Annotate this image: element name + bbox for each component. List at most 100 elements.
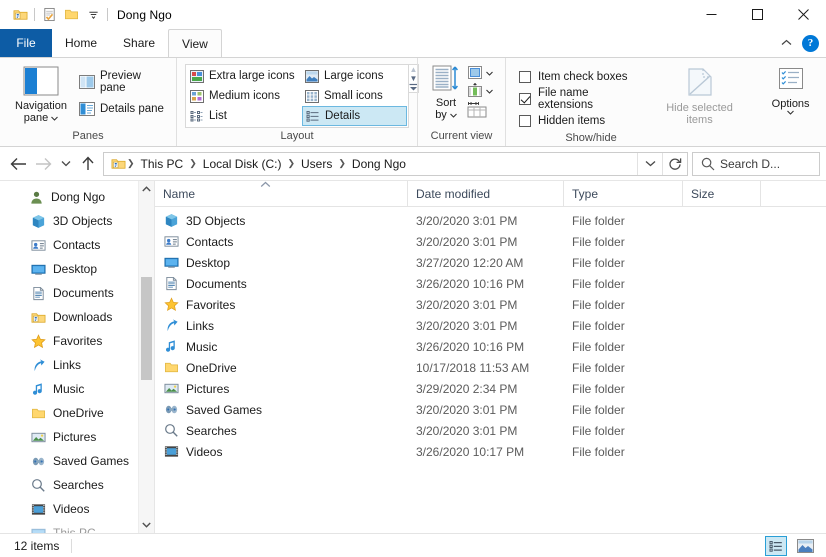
table-row[interactable]: Favorites 3/20/2020 3:01 PM File folder — [155, 294, 826, 315]
column-header-name[interactable]: Name — [155, 181, 408, 207]
file-name-extensions-checkbox[interactable]: File name extensions — [516, 87, 640, 111]
sidebar-item-contacts[interactable]: Contacts — [0, 233, 154, 257]
sort-by-dropdown-icon[interactable] — [449, 113, 457, 118]
scroll-up-icon[interactable] — [139, 181, 154, 197]
breadcrumb-separator-2[interactable]: ❯ — [286, 158, 296, 169]
table-row[interactable]: Videos 3/26/2020 10:17 PM File folder — [155, 441, 826, 462]
maximize-button[interactable] — [734, 0, 780, 29]
add-columns-dropdown-icon[interactable] — [486, 89, 493, 94]
minimize-button[interactable] — [688, 0, 734, 29]
close-button[interactable] — [780, 0, 826, 29]
breadcrumb-local-disk[interactable]: Local Disk (C:) — [198, 157, 287, 171]
breadcrumb-this-pc[interactable]: This PC — [136, 157, 189, 171]
navigation-pane-scrollbar[interactable] — [138, 181, 154, 533]
column-header-empty[interactable] — [761, 181, 826, 207]
sidebar-item-this-pc[interactable]: This PC — [0, 521, 154, 533]
size-all-columns-button[interactable] — [467, 101, 493, 118]
previous-locations-dropdown-icon[interactable] — [638, 153, 662, 175]
options-button[interactable]: Options — [761, 63, 820, 115]
item-check-boxes-box-icon — [519, 71, 531, 83]
hidden-items-label: Hidden items — [538, 115, 606, 127]
sidebar-item-favorites[interactable]: Favorites — [0, 329, 154, 353]
preview-pane-label: Preview pane — [100, 69, 141, 94]
table-row[interactable]: Saved Games 3/20/2020 3:01 PM File folde… — [155, 399, 826, 420]
sidebar-item-searches[interactable]: Searches — [0, 473, 154, 497]
breadcrumb-separator-0[interactable]: ❯ — [126, 158, 136, 169]
sidebar-item-documents[interactable]: Documents — [0, 281, 154, 305]
layout-list[interactable]: List — [187, 106, 302, 126]
sidebar-item-downloads[interactable]: Downloads — [0, 305, 154, 329]
large-icons-view-button[interactable] — [794, 536, 816, 556]
file-date-cell: 3/26/2020 10:17 PM — [416, 444, 525, 459]
column-header-size[interactable]: Size — [683, 181, 761, 207]
sidebar-item-pictures[interactable]: Pictures — [0, 425, 154, 449]
layout-large-icons[interactable]: Large icons — [302, 66, 407, 86]
column-header-type[interactable]: Type — [564, 181, 683, 207]
sidebar-label-links: Links — [53, 358, 82, 372]
properties-icon[interactable] — [38, 4, 60, 26]
table-row[interactable]: OneDrive 10/17/2018 11:53 AM File folder — [155, 357, 826, 378]
searches-icon — [30, 477, 46, 493]
item-check-boxes-checkbox[interactable]: Item check boxes — [516, 66, 640, 88]
navigation-pane-button[interactable]: Navigation pane — [6, 63, 76, 124]
sidebar-item-3d-objects[interactable]: 3D Objects — [0, 209, 154, 233]
file-name-text: Videos — [186, 444, 223, 459]
breadcrumb-separator-1[interactable]: ❯ — [188, 158, 198, 169]
downloads-folder-icon[interactable] — [9, 4, 31, 26]
sidebar-item-links[interactable]: Links — [0, 353, 154, 377]
documents-icon — [30, 285, 46, 301]
add-columns-button[interactable] — [467, 83, 493, 99]
layout-small-icons[interactable]: Small icons — [302, 86, 407, 106]
tab-share[interactable]: Share — [110, 29, 168, 57]
refresh-icon[interactable] — [663, 153, 687, 175]
back-button[interactable] — [6, 151, 31, 177]
layout-extra-large-icons[interactable]: Extra large icons — [187, 66, 302, 86]
breadcrumb-users[interactable]: Users — [296, 157, 337, 171]
table-row[interactable]: Links 3/20/2020 3:01 PM File folder — [155, 315, 826, 336]
table-row[interactable]: Documents 3/26/2020 10:16 PM File folder — [155, 273, 826, 294]
table-row[interactable]: Pictures 3/29/2020 2:34 PM File folder — [155, 378, 826, 399]
options-dropdown-icon[interactable] — [787, 110, 794, 115]
table-row[interactable]: Music 3/26/2020 10:16 PM File folder — [155, 336, 826, 357]
tab-file[interactable]: File — [0, 29, 52, 57]
breadcrumb-separator-3[interactable]: ❯ — [337, 158, 347, 169]
navigation-pane-dropdown-icon[interactable] — [51, 116, 59, 121]
tab-home[interactable]: Home — [52, 29, 110, 57]
hidden-items-checkbox[interactable]: Hidden items — [516, 110, 640, 132]
customize-qat-dropdown-icon[interactable] — [82, 4, 104, 26]
column-header-date-modified[interactable]: Date modified — [408, 181, 564, 207]
breadcrumb-dong-ngo[interactable]: Dong Ngo — [347, 157, 411, 171]
sidebar-item-desktop[interactable]: Desktop — [0, 257, 154, 281]
scrollbar-thumb[interactable] — [141, 277, 152, 380]
group-by-button[interactable] — [467, 65, 493, 81]
table-row[interactable]: Desktop 3/27/2020 12:20 AM File folder — [155, 252, 826, 273]
address-bar[interactable]: ❯ This PC ❯ Local Disk (C:) ❯ Users ❯ Do… — [103, 151, 688, 176]
group-by-dropdown-icon[interactable] — [486, 71, 493, 76]
layout-details[interactable]: Details — [302, 106, 407, 126]
new-folder-icon[interactable] — [60, 4, 82, 26]
details-pane-button[interactable]: Details pane — [76, 98, 170, 119]
sidebar-item-onedrive[interactable]: OneDrive — [0, 401, 154, 425]
column-header-row: Name Date modified Type Size — [155, 181, 826, 207]
table-row[interactable]: Contacts 3/20/2020 3:01 PM File folder — [155, 231, 826, 252]
search-input[interactable]: Search D... — [692, 151, 820, 176]
collapse-ribbon-icon[interactable] — [781, 39, 792, 47]
up-button[interactable] — [75, 151, 100, 177]
sort-by-button[interactable]: Sort by — [425, 63, 467, 121]
sidebar-item-saved-games[interactable]: Saved Games — [0, 449, 154, 473]
file-size-cell — [683, 357, 761, 378]
recent-locations-dropdown-icon[interactable] — [56, 151, 75, 177]
help-icon[interactable]: ? — [802, 34, 819, 52]
sidebar-item-music[interactable]: Music — [0, 377, 154, 401]
sidebar-item-videos[interactable]: Videos — [0, 497, 154, 521]
sidebar-item-dong-ngo[interactable]: Dong Ngo — [0, 185, 154, 209]
layout-medium-icons[interactable]: Medium icons — [187, 86, 302, 106]
details-view-button[interactable] — [765, 536, 787, 556]
preview-pane-button[interactable]: Preview pane — [76, 69, 170, 94]
breadcrumb-folder-icon[interactable] — [108, 156, 126, 171]
scroll-down-icon[interactable] — [139, 517, 154, 533]
table-row[interactable]: 3D Objects 3/20/2020 3:01 PM File folder — [155, 210, 826, 231]
tab-view[interactable]: View — [168, 29, 222, 57]
file-name-cell: Music — [155, 336, 408, 357]
table-row[interactable]: Searches 3/20/2020 3:01 PM File folder — [155, 420, 826, 441]
